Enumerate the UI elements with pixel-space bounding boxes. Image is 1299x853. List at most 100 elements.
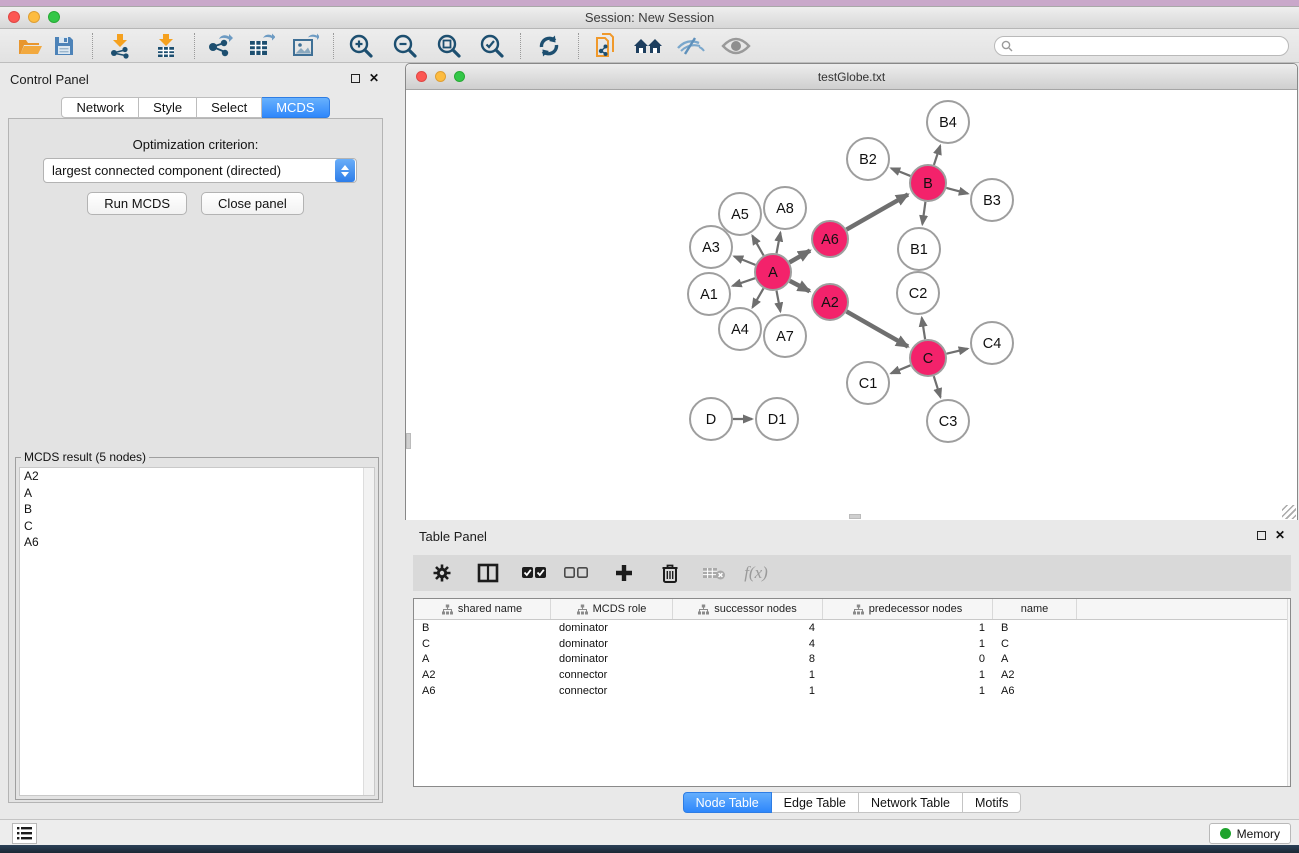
edge-A-A1[interactable] <box>733 278 755 286</box>
cell[interactable]: 4 <box>673 622 823 634</box>
network-file-button[interactable] <box>590 32 624 60</box>
network-graph[interactable]: AA1A3A5A8A4A7A6A2BB1B2B3B4CC1C2C3C4DD1 <box>406 91 1297 520</box>
edge-A-A7[interactable] <box>777 291 781 312</box>
result-item[interactable]: A2 <box>20 468 374 485</box>
add-column-button[interactable] <box>611 563 637 583</box>
cell[interactable]: 1 <box>823 669 993 681</box>
result-item[interactable]: A <box>20 485 374 502</box>
float-panel-icon[interactable] <box>351 74 360 83</box>
cell[interactable]: 1 <box>823 638 993 650</box>
cell[interactable]: A <box>993 653 1077 665</box>
node-C4[interactable]: C4 <box>971 322 1013 364</box>
node-table[interactable]: shared nameMCDS rolesuccessor nodesprede… <box>413 598 1291 787</box>
tab-motifs[interactable]: Motifs <box>963 792 1021 813</box>
cell[interactable]: A2 <box>414 669 551 681</box>
save-session-button[interactable] <box>47 32 81 60</box>
node-A8[interactable]: A8 <box>764 187 806 229</box>
select-all-button[interactable] <box>521 566 547 580</box>
cell[interactable]: 8 <box>673 653 823 665</box>
zoom-fit-button[interactable] <box>432 32 466 60</box>
table-settings-button[interactable] <box>429 563 455 583</box>
show-graphics-details-button[interactable] <box>719 32 753 60</box>
result-item[interactable]: B <box>20 501 374 518</box>
search-input[interactable] <box>1017 38 1288 54</box>
tab-network[interactable]: Network <box>61 97 139 118</box>
edge-C-C4[interactable] <box>946 349 967 354</box>
mcds-result-list[interactable]: A2ABCA6 <box>19 467 375 796</box>
export-image-button[interactable] <box>288 32 322 60</box>
close-panel-button[interactable]: Close panel <box>201 192 304 215</box>
node-A6[interactable]: A6 <box>812 221 848 257</box>
table-row[interactable]: Cdominator41C <box>414 636 1290 652</box>
function-builder-button[interactable]: f(x) <box>743 563 769 583</box>
cell[interactable]: 4 <box>673 638 823 650</box>
node-A3[interactable]: A3 <box>690 226 732 268</box>
edge-A-A3[interactable] <box>734 256 755 265</box>
node-A4[interactable]: A4 <box>719 308 761 350</box>
edge-C-C2[interactable] <box>922 318 925 340</box>
cell[interactable]: 0 <box>823 653 993 665</box>
node-A[interactable]: A <box>755 254 791 290</box>
network-canvas[interactable]: AA1A3A5A8A4A7A6A2BB1B2B3B4CC1C2C3C4DD1 <box>406 91 1297 520</box>
node-C2[interactable]: C2 <box>897 272 939 314</box>
cell[interactable]: C <box>993 638 1077 650</box>
tab-mcds[interactable]: MCDS <box>262 97 329 118</box>
home-button[interactable] <box>631 32 665 60</box>
zoom-selected-button[interactable] <box>475 32 509 60</box>
column-header-name[interactable]: name <box>993 599 1077 619</box>
run-mcds-button[interactable]: Run MCDS <box>87 192 187 215</box>
tab-select[interactable]: Select <box>197 97 262 118</box>
cell[interactable]: dominator <box>551 622 673 634</box>
node-B3[interactable]: B3 <box>971 179 1013 221</box>
cell[interactable]: 1 <box>673 685 823 697</box>
table-row[interactable]: A2connector11A2 <box>414 667 1290 683</box>
resize-grip[interactable] <box>1282 505 1296 519</box>
hide-graphics-details-button[interactable] <box>673 32 707 60</box>
cell[interactable]: B <box>414 622 551 634</box>
node-B1[interactable]: B1 <box>898 228 940 270</box>
cell[interactable]: 1 <box>673 669 823 681</box>
node-B2[interactable]: B2 <box>847 138 889 180</box>
cell[interactable]: A6 <box>414 685 551 697</box>
node-C1[interactable]: C1 <box>847 362 889 404</box>
cell[interactable]: C <box>414 638 551 650</box>
cell[interactable]: dominator <box>551 653 673 665</box>
node-D1[interactable]: D1 <box>756 398 798 440</box>
edge-A-A2[interactable] <box>790 281 810 291</box>
result-scrollbar[interactable] <box>363 468 374 795</box>
table-row[interactable]: Adominator80A <box>414 652 1290 668</box>
edge-A-A4[interactable] <box>753 288 764 307</box>
table-scrollbar[interactable] <box>1287 599 1290 786</box>
float-table-panel-icon[interactable] <box>1257 531 1266 540</box>
show-column-button[interactable] <box>475 563 501 583</box>
edge-A-A8[interactable] <box>777 233 781 254</box>
edge-A2-C[interactable] <box>846 311 908 346</box>
edge-B-B3[interactable] <box>946 188 967 194</box>
column-header-MCDS-role[interactable]: MCDS role <box>551 599 673 619</box>
node-C3[interactable]: C3 <box>927 400 969 442</box>
node-B[interactable]: B <box>910 165 946 201</box>
import-network-button[interactable] <box>103 32 137 60</box>
column-header-predecessor-nodes[interactable]: predecessor nodes <box>823 599 993 619</box>
open-file-button[interactable] <box>13 32 47 60</box>
horizontal-scroll-thumb[interactable] <box>849 514 861 519</box>
edge-B-B4[interactable] <box>934 146 940 165</box>
delete-table-button[interactable] <box>701 565 727 581</box>
deselect-all-button[interactable] <box>563 566 589 580</box>
node-A7[interactable]: A7 <box>764 315 806 357</box>
result-item[interactable]: A6 <box>20 534 374 551</box>
export-table-button[interactable] <box>244 32 278 60</box>
result-item[interactable]: C <box>20 518 374 535</box>
tab-network-table[interactable]: Network Table <box>859 792 963 813</box>
tab-node-table[interactable]: Node Table <box>683 792 772 813</box>
node-D[interactable]: D <box>690 398 732 440</box>
cell[interactable]: 1 <box>823 685 993 697</box>
criterion-select[interactable]: largest connected component (directed) <box>43 158 357 183</box>
tab-edge-table[interactable]: Edge Table <box>772 792 859 813</box>
edge-B-B1[interactable] <box>922 202 925 224</box>
main-titlebar[interactable]: Session: New Session <box>0 7 1299 29</box>
vertical-scroll-thumb[interactable] <box>406 433 411 449</box>
node-A5[interactable]: A5 <box>719 193 761 235</box>
network-window-titlebar[interactable]: testGlobe.txt <box>406 64 1297 90</box>
node-A1[interactable]: A1 <box>688 273 730 315</box>
